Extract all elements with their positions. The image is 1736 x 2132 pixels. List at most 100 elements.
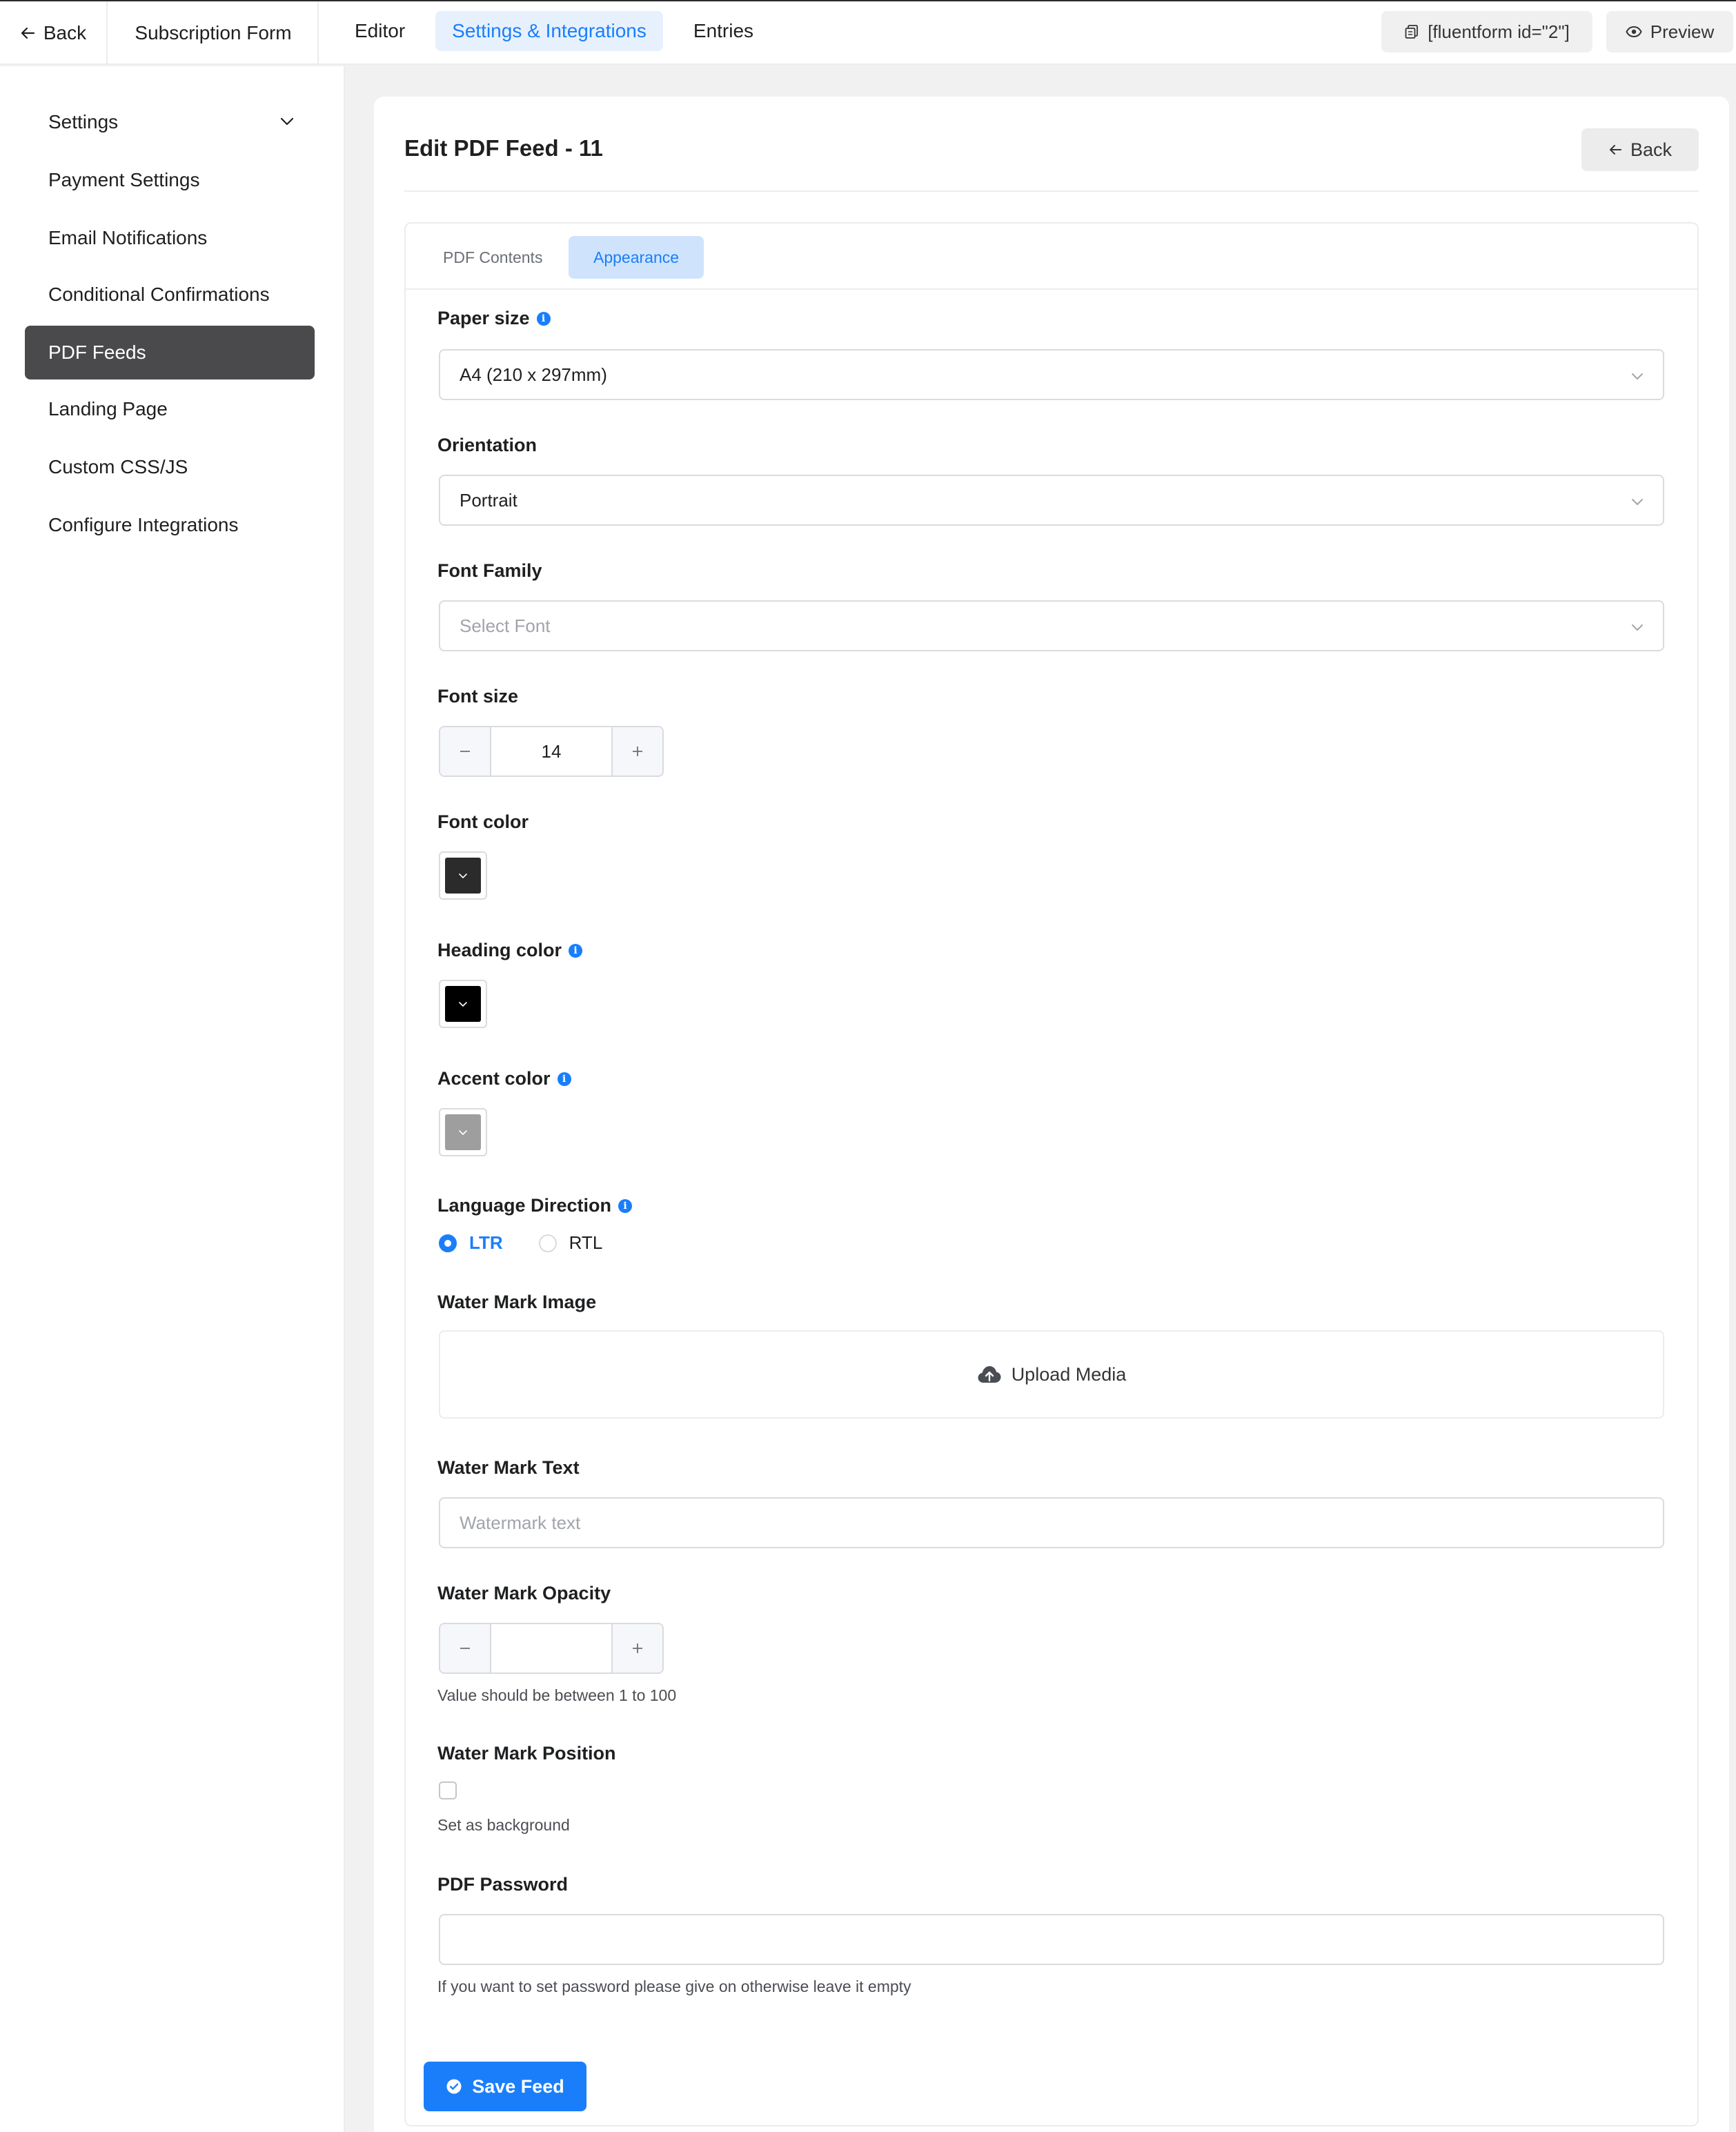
copy-icon	[1404, 24, 1419, 39]
info-icon[interactable]: i	[536, 311, 551, 326]
divider	[404, 190, 1699, 192]
save-feed-button[interactable]: Save Feed	[424, 2062, 586, 2111]
minus-icon	[460, 1648, 470, 1649]
save-feed-label: Save Feed	[472, 2075, 564, 2097]
check-circle-icon	[446, 2078, 462, 2095]
accent-color-picker[interactable]	[439, 1108, 487, 1156]
arrow-left-icon	[20, 26, 35, 41]
font-color-swatch	[445, 858, 481, 894]
radio-ltr[interactable]: LTR	[439, 1232, 503, 1254]
orientation-value: Portrait	[460, 489, 517, 511]
heading-color-label-text: Heading color	[437, 940, 562, 960]
language-direction-label: Language Direction i	[437, 1195, 633, 1216]
accent-color-label: Accent color i	[437, 1068, 571, 1089]
eye-icon	[1626, 26, 1642, 38]
increment-button[interactable]	[611, 1624, 662, 1672]
top-back-label: Back	[43, 22, 87, 43]
pdf-password-label: PDF Password	[437, 1874, 568, 1895]
paper-size-select[interactable]: A4 (210 x 297mm)	[439, 349, 1664, 400]
pdf-password-label-text: PDF Password	[437, 1874, 569, 1895]
tab-pdf-contents[interactable]: PDF Contents	[418, 236, 567, 279]
pdf-password-help: If you want to set password please give …	[437, 1977, 911, 1995]
upload-media-label: Upload Media	[1011, 1363, 1127, 1385]
sidebar-item-label: Configure Integrations	[48, 514, 239, 535]
heading-color-label: Heading color i	[437, 940, 583, 961]
paper-size-label-text: Paper size	[437, 308, 530, 328]
watermark-opacity-input[interactable]	[491, 1624, 611, 1672]
chevron-down-icon	[1630, 620, 1645, 635]
sidebar-item-email-notifications[interactable]: Email Notifications	[25, 211, 315, 265]
watermark-image-label-text: Water Mark Image	[437, 1292, 597, 1312]
sidebar-item-landing-page[interactable]: Landing Page	[25, 382, 315, 436]
sidebar-item-custom-css-js[interactable]: Custom CSS/JS	[25, 440, 315, 494]
watermark-text-input[interactable]	[439, 1497, 1664, 1548]
cloud-upload-icon	[977, 1365, 1002, 1384]
font-family-select[interactable]: Select Font	[439, 600, 1664, 651]
sidebar-item-pdf-feeds[interactable]: PDF Feeds	[25, 326, 315, 379]
increment-button[interactable]	[611, 727, 662, 776]
sidebar-item-label: Email Notifications	[48, 227, 208, 248]
paper-size-value: A4 (210 x 297mm)	[460, 364, 607, 385]
decrement-button[interactable]	[440, 1624, 491, 1672]
minus-icon	[460, 751, 470, 752]
font-color-picker[interactable]	[439, 851, 487, 900]
chevron-down-icon	[459, 1002, 467, 1007]
accent-color-label-text: Accent color	[437, 1068, 551, 1089]
radio-circle	[538, 1234, 557, 1252]
watermark-opacity-label-text: Water Mark Opacity	[437, 1583, 611, 1603]
nav-settings-integrations[interactable]: Settings & Integrations	[435, 11, 663, 51]
font-family-label-text: Font Family	[437, 560, 542, 581]
nav-entries[interactable]: Entries	[677, 11, 770, 51]
info-icon[interactable]: i	[618, 1198, 633, 1213]
set-as-background-checkbox[interactable]	[439, 1781, 457, 1799]
shortcode-copy-button[interactable]: [fluentform id="2"]	[1381, 11, 1592, 52]
font-size-input[interactable]: 14	[491, 727, 611, 776]
heading-color-picker[interactable]	[439, 980, 487, 1028]
page-title: Edit PDF Feed - 11	[404, 135, 603, 161]
sidebar-item-conditional-confirmations[interactable]: Conditional Confirmations	[25, 268, 315, 322]
font-color-label: Font color	[437, 811, 529, 833]
watermark-opacity-label: Water Mark Opacity	[437, 1583, 611, 1604]
sidebar-item-label: Payment Settings	[48, 169, 200, 190]
preview-button[interactable]: Preview	[1606, 11, 1733, 52]
orientation-label: Orientation	[437, 435, 537, 456]
font-size-label-text: Font size	[437, 686, 519, 707]
card-back-button[interactable]: Back	[1581, 128, 1699, 171]
language-direction-radio-group: LTR RTL	[439, 1232, 638, 1254]
radio-rtl[interactable]: RTL	[538, 1232, 602, 1254]
chevron-down-icon	[1630, 368, 1645, 384]
sidebar-item-settings[interactable]: Settings	[25, 95, 315, 149]
watermark-position-label-text: Water Mark Position	[437, 1743, 616, 1764]
info-icon[interactable]: i	[557, 1072, 571, 1086]
pdf-password-input[interactable]	[439, 1914, 1664, 1965]
chevron-down-icon	[459, 873, 467, 878]
watermark-position-label: Water Mark Position	[437, 1743, 616, 1764]
info-icon[interactable]: i	[569, 943, 583, 958]
font-size-label: Font size	[437, 686, 518, 707]
plus-icon	[633, 1644, 642, 1653]
nav-editor[interactable]: Editor	[338, 11, 422, 51]
orientation-select[interactable]: Portrait	[439, 475, 1664, 526]
sidebar-item-configure-integrations[interactable]: Configure Integrations	[25, 498, 315, 552]
top-back-button[interactable]: Back	[0, 1, 108, 65]
top-bar: Back Subscription Form Editor Settings &…	[0, 0, 1736, 65]
language-direction-label-text: Language Direction	[437, 1195, 612, 1216]
sidebar: Settings Payment Settings Email Notifica…	[0, 66, 345, 2132]
chevron-down-icon	[1630, 494, 1645, 509]
sidebar-item-label: Settings	[48, 111, 119, 132]
chevron-down-icon	[459, 1130, 467, 1135]
accent-color-swatch	[445, 1114, 481, 1150]
sidebar-item-payment-settings[interactable]: Payment Settings	[25, 153, 315, 207]
watermark-image-label: Water Mark Image	[437, 1292, 596, 1313]
font-size-stepper: 14	[439, 726, 664, 777]
tabs-bar: PDF Contents Appearance	[406, 224, 1697, 290]
tab-appearance[interactable]: Appearance	[569, 236, 704, 279]
orientation-label-text: Orientation	[437, 435, 537, 455]
decrement-button[interactable]	[440, 727, 491, 776]
plus-icon	[633, 747, 642, 756]
heading-color-swatch	[445, 986, 481, 1022]
upload-media-button[interactable]: Upload Media	[439, 1330, 1664, 1419]
radio-label: LTR	[469, 1232, 503, 1253]
card-back-label: Back	[1630, 139, 1673, 160]
sidebar-item-label: Landing Page	[48, 398, 168, 420]
